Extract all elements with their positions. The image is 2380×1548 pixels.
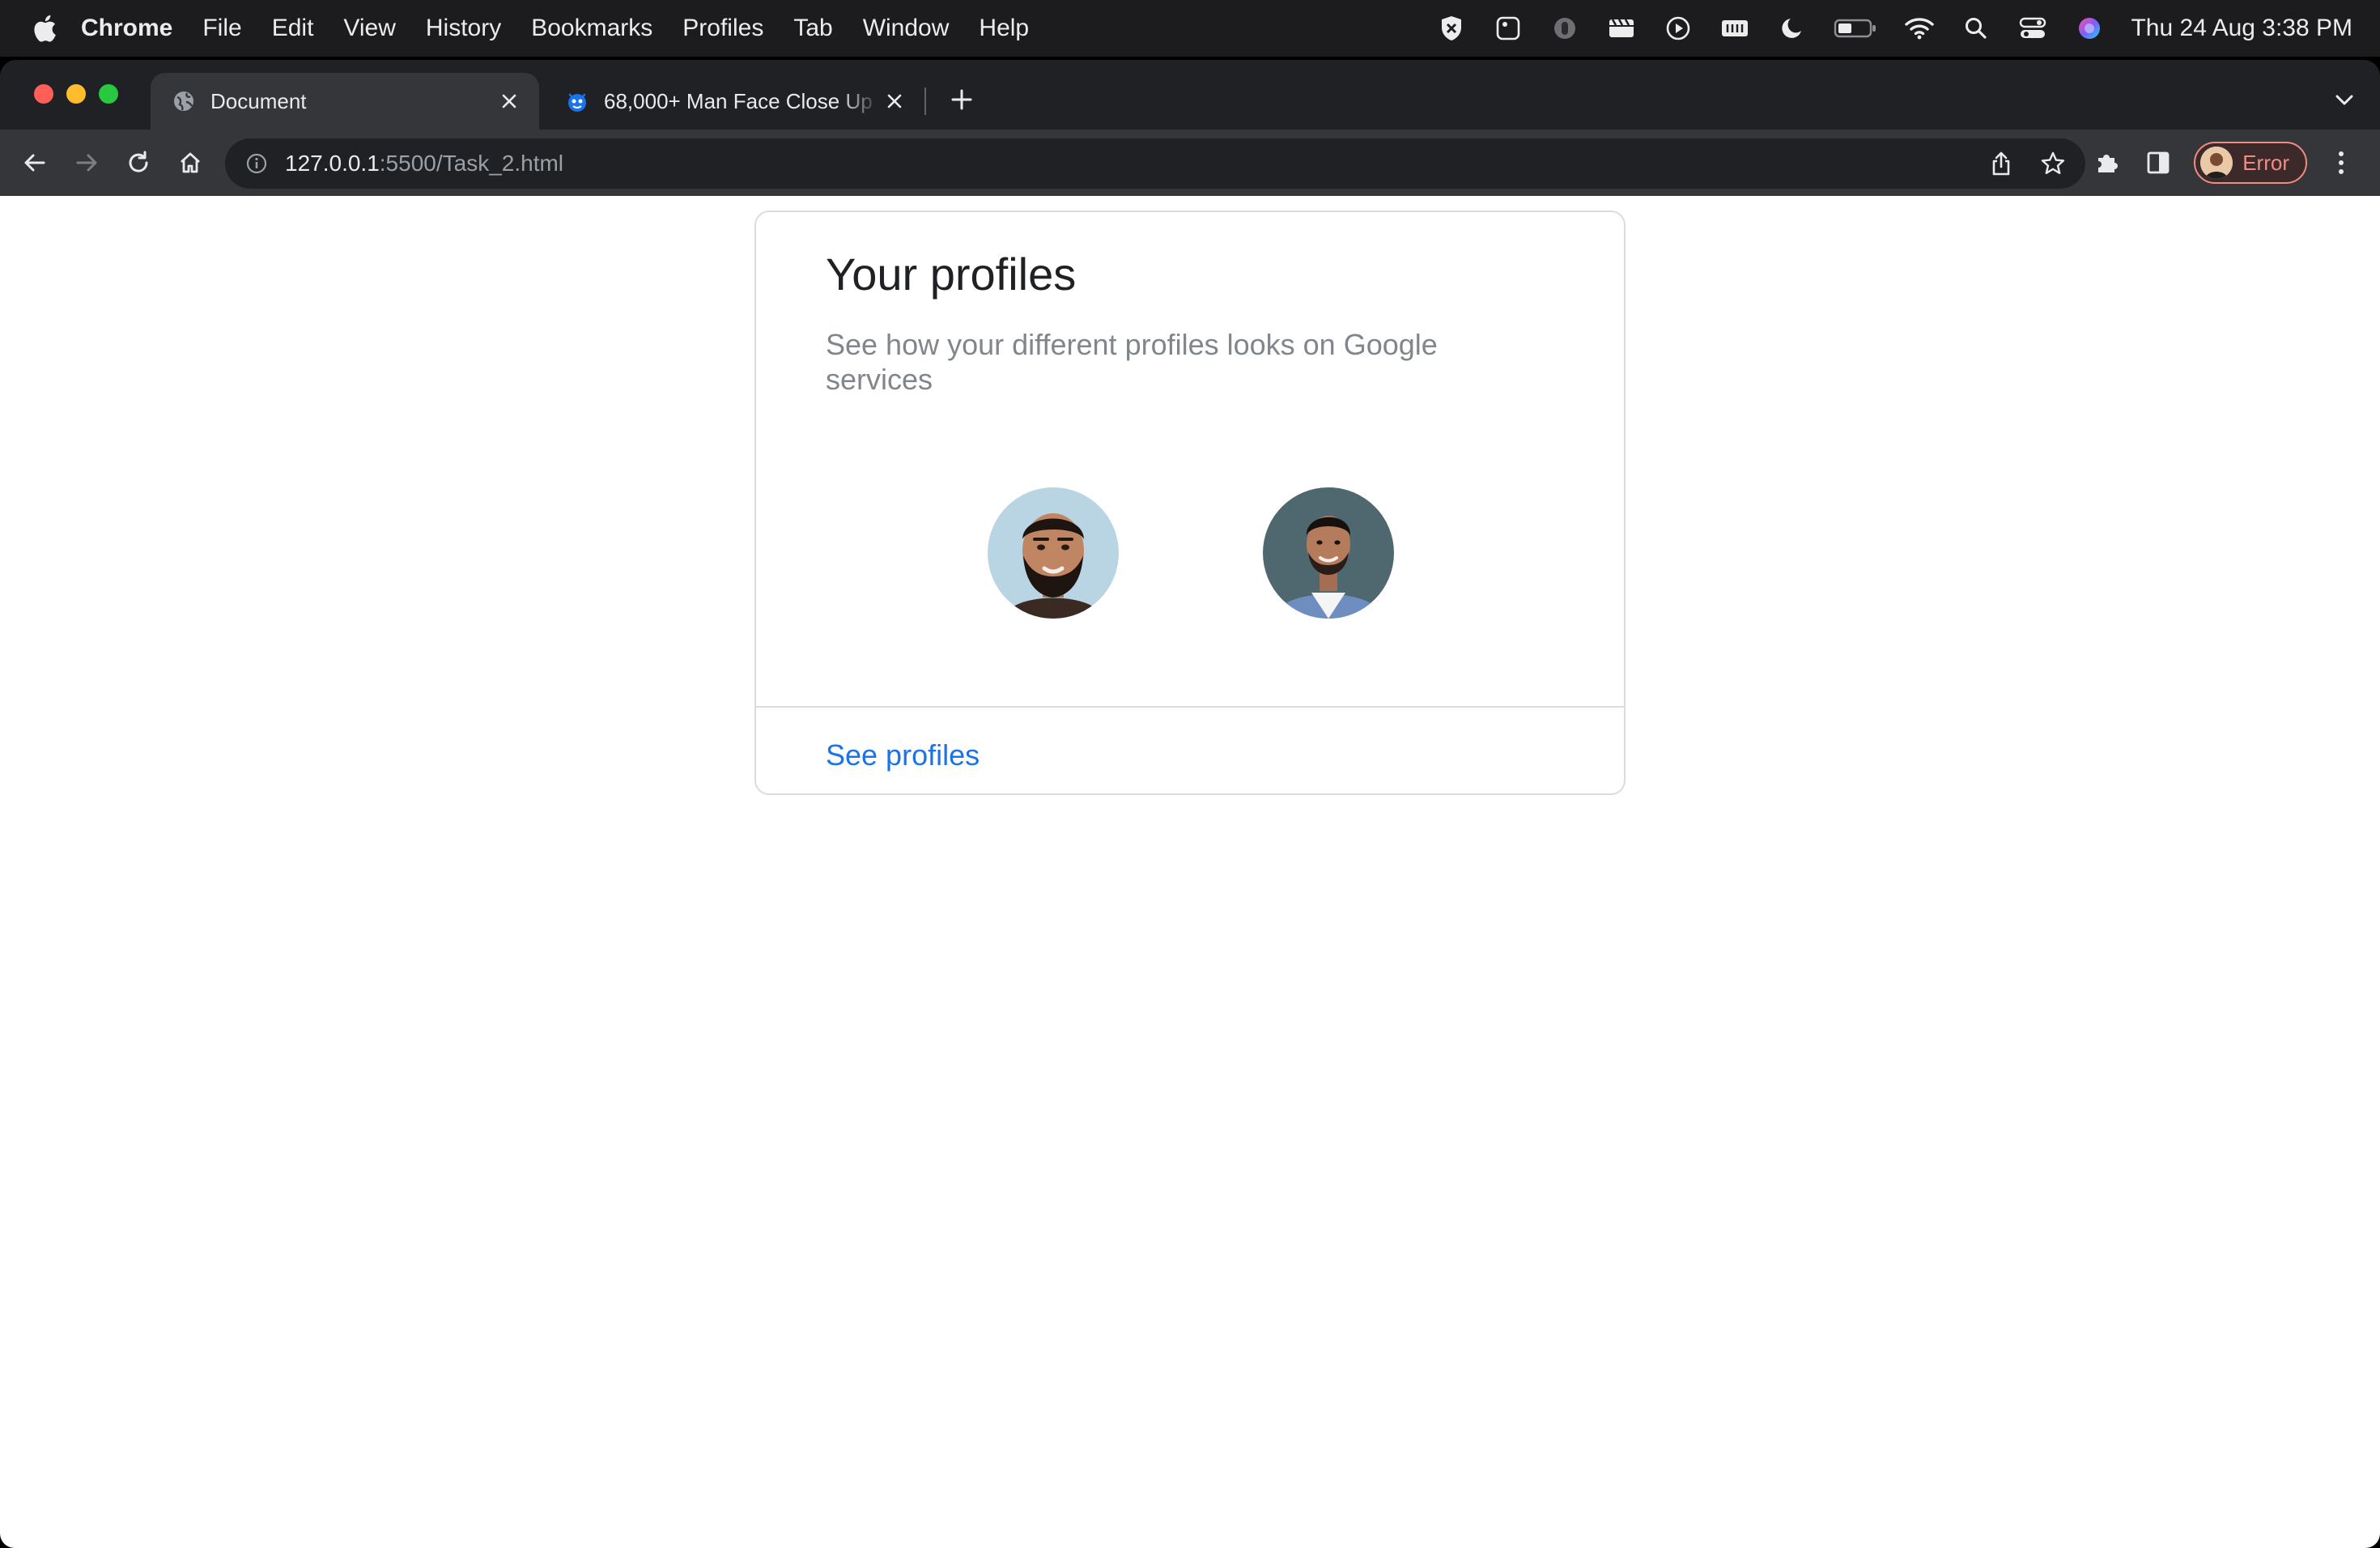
home-icon[interactable] [172, 144, 209, 181]
reload-icon[interactable] [120, 144, 157, 181]
window-minimize-button[interactable] [66, 84, 86, 104]
menu-app-name[interactable]: Chrome [81, 15, 172, 42]
apple-logo-icon[interactable] [31, 13, 58, 44]
moon-icon[interactable] [1776, 13, 1807, 44]
profile-avatars [988, 487, 1538, 619]
window-controls [34, 84, 131, 104]
card-divider [756, 706, 1624, 708]
url-host: 127.0.0.1 [285, 151, 380, 176]
menu-view[interactable]: View [343, 15, 395, 42]
control-center-icon[interactable] [2017, 13, 2048, 44]
forward-arrow-icon[interactable] [68, 144, 105, 181]
menu-clock[interactable]: Thu 24 Aug 3:38 PM [2131, 15, 2352, 42]
back-arrow-icon[interactable] [16, 144, 53, 181]
macos-menu-bar: Chrome File Edit View History Bookmarks … [0, 0, 2380, 57]
close-tab-icon[interactable] [495, 87, 523, 115]
window-zoom-button[interactable] [99, 84, 118, 104]
toolbar-right: Error [2072, 130, 2380, 196]
address-bar[interactable]: 127.0.0.1:5500/Task_2.html [225, 138, 2085, 189]
battery-icon[interactable] [1833, 13, 1878, 44]
side-panel-icon[interactable] [2140, 145, 2176, 181]
see-profiles-link[interactable]: See profiles [826, 738, 980, 772]
shield-icon[interactable] [1436, 13, 1467, 44]
site-favicon-icon [565, 89, 589, 113]
profile-status-label: Error [2242, 150, 2289, 175]
menu-bookmarks[interactable]: Bookmarks [531, 15, 652, 42]
screenshot-tool-icon[interactable] [1493, 13, 1524, 44]
tab-title: 68,000+ Man Face Close Up Pi [604, 88, 881, 113]
globe-icon [172, 89, 196, 113]
page-viewport: Your profiles See how your different pro… [0, 196, 2380, 1548]
menu-history[interactable]: History [426, 15, 501, 42]
menu-profiles[interactable]: Profiles [682, 15, 763, 42]
clapper-icon[interactable] [1606, 13, 1637, 44]
menu-tab[interactable]: Tab [793, 15, 832, 42]
play-circle-icon[interactable] [1663, 13, 1694, 44]
chrome-window: Document 68,000+ Man Face Close Up Pi 12… [0, 60, 2380, 196]
site-info-icon[interactable] [244, 151, 269, 176]
browser-toolbar: 127.0.0.1:5500/Task_2.html Error [0, 130, 2380, 196]
profile-avatar-smiling-man[interactable] [1263, 487, 1394, 619]
window-close-button[interactable] [34, 84, 53, 104]
menu-edit[interactable]: Edit [272, 15, 314, 42]
profile-avatar-bearded-man[interactable] [988, 487, 1119, 619]
siri-icon[interactable] [2074, 13, 2105, 44]
menu-file[interactable]: File [202, 15, 241, 42]
tab-separator [924, 87, 926, 115]
bookmark-star-icon[interactable] [2037, 147, 2069, 180]
spotlight-search-icon[interactable] [1961, 13, 1991, 44]
share-icon[interactable] [1985, 147, 2017, 180]
more-menu-icon[interactable] [2323, 145, 2359, 181]
close-tab-icon[interactable] [881, 87, 908, 115]
tab-strip: Document 68,000+ Man Face Close Up Pi [0, 60, 2380, 130]
url-path: :5500/Task_2.html [379, 151, 564, 176]
profile-avatar [2200, 147, 2233, 179]
tab-title: Document [210, 88, 307, 113]
omnibox-actions [1966, 138, 2069, 189]
tab-document[interactable]: Document [151, 73, 539, 130]
memory-icon[interactable] [1719, 13, 1750, 44]
wifi-icon[interactable] [1904, 13, 1935, 44]
menu-window[interactable]: Window [863, 15, 950, 42]
privacy-hand-icon[interactable] [1549, 13, 1580, 44]
menu-help[interactable]: Help [979, 15, 1029, 42]
profile-error-chip[interactable]: Error [2194, 142, 2307, 184]
status-area: Thu 24 Aug 3:38 PM [1410, 0, 2352, 57]
card-title: Your profiles [826, 249, 1077, 300]
tab-image-search[interactable]: 68,000+ Man Face Close Up Pi [544, 73, 924, 130]
tab-search-chevron-icon[interactable] [2330, 86, 2359, 115]
profiles-card: Your profiles See how your different pro… [754, 211, 1626, 795]
extensions-puzzle-icon[interactable] [2089, 145, 2124, 181]
card-description: See how your different profiles looks on… [826, 328, 1438, 396]
new-tab-button[interactable] [946, 83, 978, 116]
